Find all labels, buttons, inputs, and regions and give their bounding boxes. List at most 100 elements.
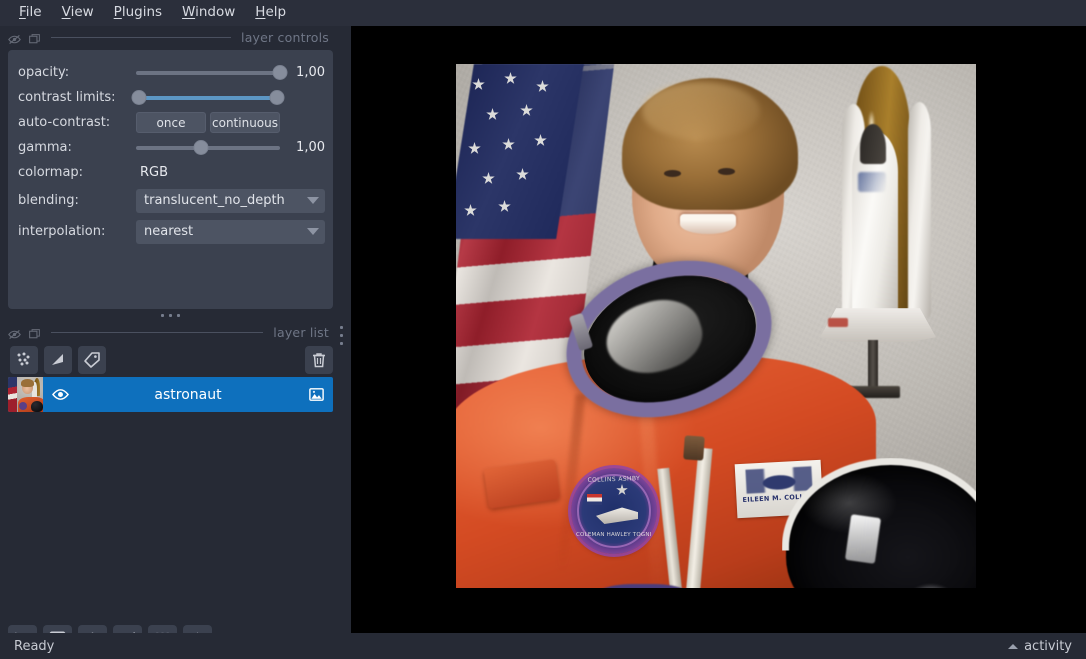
opacity-label: opacity:	[18, 65, 136, 80]
chevron-up-icon	[1008, 644, 1018, 649]
astronaut-image[interactable]: COLLINS ASHBY COLEMAN HAWLEY TOGNINI EIL…	[456, 64, 976, 588]
blending-combobox[interactable]: translucent_no_depth	[136, 189, 325, 213]
new-labels-layer-button[interactable]	[78, 346, 106, 374]
interpolation-field: nearest	[136, 220, 325, 244]
menu-window[interactable]: Window	[173, 3, 244, 24]
labels-tag-icon	[83, 351, 101, 369]
colormap-field: RGB	[136, 165, 325, 180]
auto-contrast-buttons: once continuous	[136, 112, 280, 133]
menu-file[interactable]: File	[10, 3, 51, 24]
solid-rocket-booster-right	[908, 102, 931, 317]
close-icon[interactable]	[28, 326, 41, 339]
colormap-label: colormap:	[18, 165, 136, 180]
colormap-row: colormap: RGB	[18, 160, 325, 185]
colormap-value[interactable]: RGB	[136, 165, 168, 180]
napari-window: File View Plugins Window Help layer cont…	[0, 0, 1086, 659]
layer-type-indicator	[299, 386, 333, 403]
menu-window-rest: indow	[195, 4, 235, 20]
eye-icon	[52, 386, 69, 403]
layer-list-dock-buttons	[8, 326, 41, 339]
float-icon[interactable]	[8, 326, 21, 339]
astronaut-wings-insignia	[745, 466, 812, 493]
activity-button[interactable]: activity	[1008, 639, 1072, 654]
menu-view[interactable]: View	[53, 3, 103, 24]
menu-view-rest: iew	[71, 4, 94, 20]
delete-layer-button[interactable]	[305, 346, 333, 374]
layer-controls-panel: opacity: 1,00 contrast limits:	[8, 50, 333, 309]
gamma-field: 1,00	[136, 138, 325, 158]
gamma-handle[interactable]	[193, 140, 208, 155]
helmet-reflection	[908, 584, 954, 588]
layer-controls-grid: opacity: 1,00 contrast limits:	[8, 50, 333, 309]
face-eye-left	[664, 170, 681, 177]
opacity-slider[interactable]	[136, 63, 280, 83]
layer-list-dock-title: layer list	[0, 321, 341, 343]
auto-contrast-continuous-button[interactable]: continuous	[210, 112, 280, 133]
auto-contrast-once-button[interactable]: once	[136, 112, 206, 133]
menu-view-accel: V	[62, 4, 71, 20]
astronaut-thumbnail	[8, 377, 43, 412]
hair-highlight	[642, 82, 760, 140]
layer-controls-empty-space	[18, 247, 325, 299]
interpolation-label: interpolation:	[18, 224, 136, 239]
points-icon	[15, 351, 33, 369]
image-layer-icon	[308, 386, 325, 403]
mission-patch-top-text: COLLINS ASHBY	[581, 475, 648, 493]
gamma-value: 1,00	[280, 140, 325, 155]
menu-plugins[interactable]: Plugins	[105, 3, 171, 24]
layer-list-toolbar	[0, 343, 341, 377]
auto-contrast-label: auto-contrast:	[18, 115, 136, 130]
interpolation-row: interpolation: nearest	[18, 216, 325, 247]
auto-contrast-field: once continuous	[136, 112, 325, 133]
contrast-limits-active-track	[136, 96, 280, 100]
menu-help[interactable]: Help	[246, 3, 295, 24]
menu-plugins-rest: lugins	[122, 4, 162, 20]
blending-field: translucent_no_depth	[136, 189, 325, 213]
face-smile	[680, 214, 736, 234]
blending-value: translucent_no_depth	[144, 193, 301, 208]
contrast-limits-high-handle[interactable]	[270, 90, 285, 105]
layer-name-label: astronaut	[77, 387, 299, 403]
layer-list-title: layer list	[273, 325, 329, 340]
contrast-limits-label: contrast limits:	[18, 90, 136, 105]
trash-icon	[310, 351, 328, 369]
new-shapes-layer-button[interactable]	[44, 346, 72, 374]
mission-patch-flag	[587, 494, 602, 505]
splitter-dot	[177, 314, 180, 317]
viewer-canvas[interactable]: COLLINS ASHBY COLEMAN HAWLEY TOGNINI EIL…	[351, 26, 1086, 633]
left-dock: layer controls opacity: 1,00 contrast	[0, 26, 341, 633]
menu-file-accel: F	[19, 4, 26, 20]
nasa-marking	[828, 318, 848, 327]
contrast-limits-row: contrast limits:	[18, 85, 325, 110]
menu-plugins-accel: P	[114, 4, 122, 20]
contrast-limits-low-handle[interactable]	[131, 90, 146, 105]
gamma-label: gamma:	[18, 140, 136, 155]
splitter-dot	[340, 342, 343, 345]
chevron-down-icon	[307, 197, 319, 204]
activity-label: activity	[1024, 639, 1072, 654]
interpolation-combobox[interactable]: nearest	[136, 220, 325, 244]
shapes-icon	[49, 351, 67, 369]
new-points-layer-button[interactable]	[10, 346, 38, 374]
horizontal-splitter-handle[interactable]	[0, 309, 341, 321]
gamma-slider[interactable]	[136, 138, 280, 158]
vertical-splitter-handle[interactable]	[336, 310, 346, 360]
status-message: Ready	[14, 639, 54, 654]
auto-contrast-row: auto-contrast: once continuous	[18, 110, 325, 135]
splitter-dot	[169, 314, 172, 317]
opacity-handle[interactable]	[273, 65, 288, 80]
dock-title-divider	[51, 37, 231, 38]
gamma-row: gamma: 1,00	[18, 135, 325, 160]
layer-visibility-toggle[interactable]	[43, 386, 77, 403]
dock-title-divider	[51, 332, 263, 333]
contrast-limits-field	[136, 88, 325, 108]
contrast-limits-slider[interactable]	[136, 88, 280, 108]
float-icon[interactable]	[8, 31, 21, 44]
orbiter-marking	[858, 172, 886, 192]
close-icon[interactable]	[28, 31, 41, 44]
interpolation-value: nearest	[144, 224, 301, 239]
menu-help-rest: elp	[265, 4, 286, 20]
layer-list-item-astronaut[interactable]: astronaut	[8, 377, 333, 412]
orbiter-nose	[860, 124, 886, 164]
mission-patch-bottom-text: COLEMAN HAWLEY TOGNINI	[576, 532, 652, 538]
